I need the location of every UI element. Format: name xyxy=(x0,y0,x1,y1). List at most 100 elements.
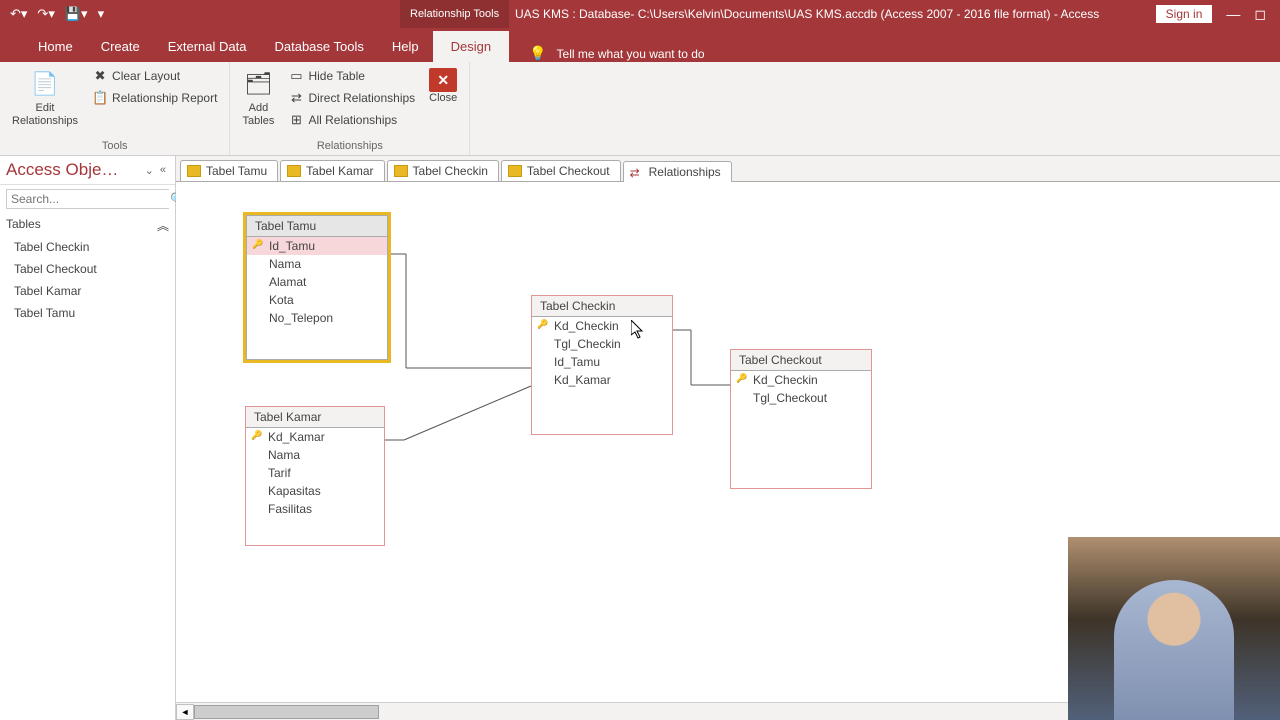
ribbon-group-tools: 📄 Edit Relationships ✖ Clear Layout 📋 Re… xyxy=(0,62,230,155)
field-fasilitas[interactable]: Fasilitas xyxy=(246,500,384,518)
sign-in-button[interactable]: Sign in xyxy=(1156,5,1213,23)
nav-item-tabel-checkin[interactable]: Tabel Checkin xyxy=(6,236,169,258)
field-kd_kamar[interactable]: Kd_Kamar xyxy=(532,371,672,389)
add-tables-button[interactable]: 🗂 Add Tables xyxy=(238,66,278,130)
clear-icon: ✖ xyxy=(92,68,108,84)
webcam-person xyxy=(1114,580,1234,720)
nav-group-header[interactable]: Tables ︽ xyxy=(6,215,169,236)
tab-database-tools[interactable]: Database Tools xyxy=(260,31,377,62)
field-kd_checkin[interactable]: Kd_Checkin xyxy=(731,371,871,389)
ribbon-group-label: Relationships xyxy=(238,137,461,155)
hide-table-icon: ▭ xyxy=(288,68,304,84)
undo-icon[interactable]: ↶▾ xyxy=(10,6,27,22)
table-icon xyxy=(287,165,301,177)
doc-tab-tabel-tamu[interactable]: Tabel Tamu xyxy=(180,160,278,181)
minimize-icon[interactable]: — xyxy=(1226,6,1240,22)
nav-collapse-icon[interactable]: « xyxy=(157,164,169,176)
table-title[interactable]: Tabel Tamu xyxy=(247,216,387,237)
doc-tab-tabel-kamar[interactable]: Tabel Kamar xyxy=(280,160,384,181)
lightbulb-icon: 💡 xyxy=(529,45,546,62)
relationships-icon: ⇄ xyxy=(630,166,644,178)
direct-relationships-icon: ⇄ xyxy=(288,90,304,106)
search-input[interactable] xyxy=(7,190,170,208)
field-id_tamu[interactable]: Id_Tamu xyxy=(532,353,672,371)
table-icon xyxy=(508,165,522,177)
field-tgl_checkin[interactable]: Tgl_Checkin xyxy=(532,335,672,353)
close-icon: ✕ xyxy=(429,68,457,92)
field-no_telepon[interactable]: No_Telepon xyxy=(247,309,387,327)
nav-group-tables: Tables ︽ Tabel Checkin Tabel Checkout Ta… xyxy=(0,213,175,326)
scroll-thumb[interactable] xyxy=(194,705,379,719)
field-tgl_checkout[interactable]: Tgl_Checkout xyxy=(731,389,871,407)
doc-tab-tabel-checkout[interactable]: Tabel Checkout xyxy=(501,160,621,181)
ribbon-tab-strip: Home Create External Data Database Tools… xyxy=(0,28,1280,62)
table-kamar[interactable]: Tabel KamarKd_KamarNamaTarifKapasitasFas… xyxy=(245,406,385,546)
document-tabs: Tabel Tamu Tabel Kamar Tabel Checkin Tabel … xyxy=(176,156,1280,182)
table-checkin[interactable]: Tabel CheckinKd_CheckinTgl_CheckinId_Tam… xyxy=(531,295,673,435)
field-id_tamu[interactable]: Id_Tamu xyxy=(247,237,387,255)
nav-item-tabel-checkout[interactable]: Tabel Checkout xyxy=(6,258,169,280)
table-icon xyxy=(394,165,408,177)
doc-tab-label: Tabel Checkout xyxy=(527,164,610,178)
direct-relationships-button[interactable]: ⇄ Direct Relationships xyxy=(284,88,419,108)
field-nama[interactable]: Nama xyxy=(247,255,387,273)
field-kd_checkin[interactable]: Kd_Checkin xyxy=(532,317,672,335)
field-kapasitas[interactable]: Kapasitas xyxy=(246,482,384,500)
nav-pane-header[interactable]: Access Obje… ⌄ « xyxy=(0,156,175,185)
ribbon-group-relationships: 🗂 Add Tables ▭ Hide Table ⇄ Direct Relat… xyxy=(230,62,470,155)
field-alamat[interactable]: Alamat xyxy=(247,273,387,291)
table-checkout[interactable]: Tabel CheckoutKd_CheckinTgl_Checkout xyxy=(730,349,872,489)
table-tamu[interactable]: Tabel TamuId_TamuNamaAlamatKotaNo_Telepo… xyxy=(246,215,388,360)
hide-table-button[interactable]: ▭ Hide Table xyxy=(284,66,419,86)
table-title[interactable]: Tabel Kamar xyxy=(246,407,384,428)
field-tarif[interactable]: Tarif xyxy=(246,464,384,482)
webcam-overlay xyxy=(1068,537,1280,720)
tab-home[interactable]: Home xyxy=(24,31,87,62)
doc-tab-label: Tabel Tamu xyxy=(206,164,267,178)
close-button[interactable]: ✕ Close xyxy=(425,66,461,107)
doc-tab-label: Relationships xyxy=(649,165,721,179)
ribbon: 📄 Edit Relationships ✖ Clear Layout 📋 Re… xyxy=(0,62,1280,156)
tell-me-search[interactable]: 💡 Tell me what you want to do xyxy=(529,45,705,62)
restore-icon[interactable]: ◻ xyxy=(1254,6,1266,23)
nav-dropdown-icon[interactable]: ⌄ xyxy=(142,164,157,177)
nav-pane-title: Access Obje… xyxy=(6,160,142,180)
doc-tab-label: Tabel Checkin xyxy=(413,164,488,178)
tab-create[interactable]: Create xyxy=(87,31,154,62)
title-bar: ↶▾ ↷▾ 💾▾ ▾ Relationship Tools UAS KMS : … xyxy=(0,0,1280,28)
relationship-report-button[interactable]: 📋 Relationship Report xyxy=(88,88,221,108)
tab-help[interactable]: Help xyxy=(378,31,433,62)
doc-tab-label: Tabel Kamar xyxy=(306,164,373,178)
edit-relationships-icon: 📄 xyxy=(29,68,61,100)
field-kota[interactable]: Kota xyxy=(247,291,387,309)
ribbon-group-label: Tools xyxy=(8,137,221,155)
clear-layout-button[interactable]: ✖ Clear Layout xyxy=(88,66,221,86)
all-relationships-icon: ⊞ xyxy=(288,112,304,128)
tell-me-label: Tell me what you want to do xyxy=(557,47,705,61)
add-tables-icon: 🗂 xyxy=(242,68,274,100)
save-icon[interactable]: 💾▾ xyxy=(65,6,88,22)
collapse-group-icon: ︽ xyxy=(157,217,169,234)
field-kd_kamar[interactable]: Kd_Kamar xyxy=(246,428,384,446)
tab-external-data[interactable]: External Data xyxy=(154,31,261,62)
qat-customize-icon[interactable]: ▾ xyxy=(98,6,105,22)
nav-item-tabel-tamu[interactable]: Tabel Tamu xyxy=(6,302,169,324)
scroll-left-icon[interactable]: ◄ xyxy=(176,704,194,720)
doc-tab-relationships[interactable]: ⇄ Relationships xyxy=(623,161,732,182)
table-title[interactable]: Tabel Checkin xyxy=(532,296,672,317)
field-nama[interactable]: Nama xyxy=(246,446,384,464)
nav-search: 🔍 xyxy=(6,189,169,209)
window-title: UAS KMS : Database- C:\Users\Kelvin\Docu… xyxy=(515,7,1099,21)
tab-design[interactable]: Design xyxy=(433,31,509,62)
redo-icon[interactable]: ↷▾ xyxy=(37,6,54,22)
table-title[interactable]: Tabel Checkout xyxy=(731,350,871,371)
contextual-tab-label: Relationship Tools xyxy=(400,0,509,28)
table-icon xyxy=(187,165,201,177)
nav-item-tabel-kamar[interactable]: Tabel Kamar xyxy=(6,280,169,302)
navigation-pane: Access Obje… ⌄ « 🔍 Tables ︽ Tabel Checki… xyxy=(0,156,176,720)
doc-tab-tabel-checkin[interactable]: Tabel Checkin xyxy=(387,160,499,181)
edit-relationships-button[interactable]: 📄 Edit Relationships xyxy=(8,66,82,130)
quick-access-toolbar: ↶▾ ↷▾ 💾▾ ▾ xyxy=(0,6,104,22)
all-relationships-button[interactable]: ⊞ All Relationships xyxy=(284,110,419,130)
report-icon: 📋 xyxy=(92,90,108,106)
